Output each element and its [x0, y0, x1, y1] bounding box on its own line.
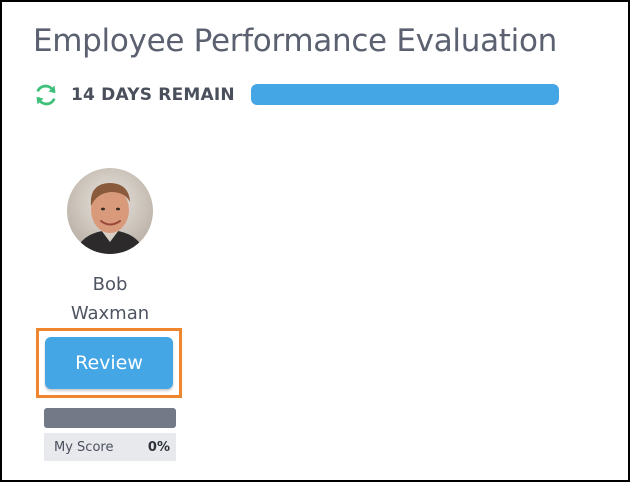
review-button[interactable]: Review — [45, 337, 173, 389]
refresh-icon[interactable] — [33, 82, 59, 108]
days-remaining-bar — [251, 84, 559, 105]
score-value: 0% — [147, 439, 170, 455]
days-remaining-bar-fill — [251, 84, 559, 105]
deadline-status: 14 DAYS REMAIN — [33, 81, 573, 109]
score-summary: My Score 0% — [44, 433, 176, 461]
review-button-highlight: Review — [36, 328, 182, 398]
days-remaining-label: 14 DAYS REMAIN — [71, 85, 235, 105]
employee-card: Bob Waxman Review My Score 0% — [36, 168, 184, 468]
avatar-portrait — [75, 183, 145, 254]
employee-first-name: Bob — [92, 274, 128, 295]
score-label: My Score — [54, 439, 114, 455]
employee-last-name: Waxman — [70, 303, 150, 324]
evaluation-panel: Employee Performance Evaluation 14 DAYS … — [0, 0, 630, 482]
employee-avatar — [67, 168, 153, 254]
score-progress-bar — [44, 408, 176, 428]
page-title: Employee Performance Evaluation — [33, 23, 557, 59]
employee-name: Bob Waxman — [36, 270, 184, 328]
